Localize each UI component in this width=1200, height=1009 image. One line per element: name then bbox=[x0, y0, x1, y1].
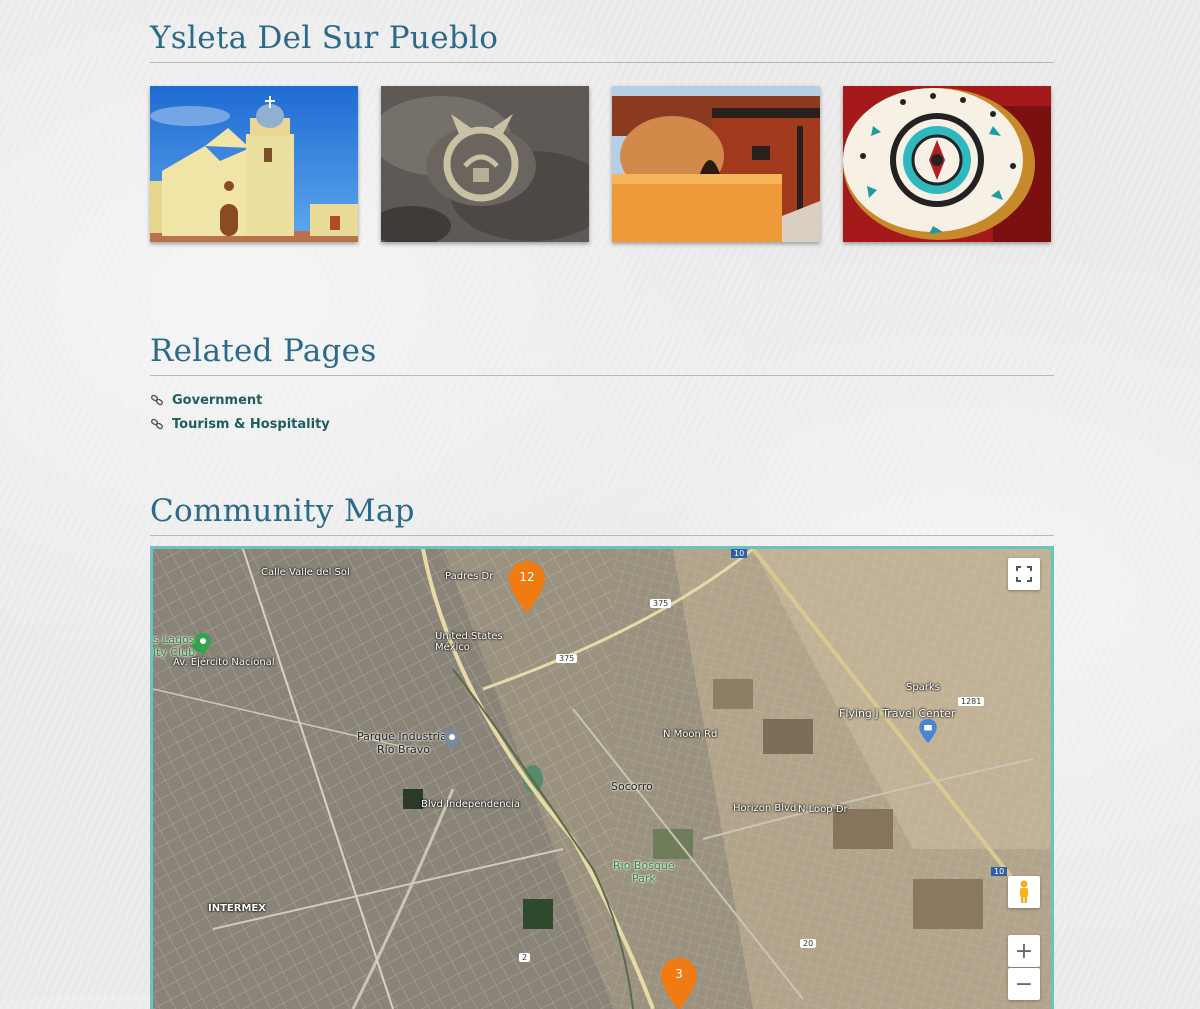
gallery-photo-adobe-oven[interactable] bbox=[612, 86, 820, 242]
related-item: Tourism & Hospitality bbox=[150, 412, 1054, 436]
map-title: Community Map bbox=[150, 493, 1054, 536]
plus-icon: + bbox=[1014, 938, 1034, 964]
cluster-count: 3 bbox=[675, 967, 683, 981]
related-section: Related Pages Government Tourism & Hospi… bbox=[150, 333, 1054, 436]
cluster-marker-3[interactable]: 3 bbox=[661, 958, 697, 1009]
map-label-blvd-independencia: Blvd Independencia bbox=[421, 799, 520, 810]
golf-marker-icon[interactable] bbox=[195, 633, 211, 660]
zoom-out-button[interactable]: − bbox=[1008, 968, 1040, 1000]
community-section: Ysleta Del Sur Pueblo bbox=[150, 20, 1054, 242]
zoom-in-button[interactable]: + bbox=[1008, 935, 1040, 967]
gallery-photo-petroglyph[interactable] bbox=[381, 86, 589, 242]
gallery-photo-painted-drum[interactable] bbox=[843, 86, 1051, 242]
shield-1281: 1281 bbox=[958, 697, 985, 706]
cluster-marker-12[interactable]: 12 bbox=[509, 561, 545, 613]
shield-i10-top: 10 bbox=[731, 549, 748, 558]
street-view-button[interactable] bbox=[1008, 876, 1040, 908]
shield-20: 20 bbox=[800, 939, 817, 948]
map-label-calle-valle-del-sol: Calle Valle del Sol bbox=[261, 567, 350, 578]
shopping-marker-icon[interactable] bbox=[919, 719, 937, 748]
map-label-horizon-blvd: Horizon Blvd bbox=[733, 803, 797, 814]
satellite-imagery bbox=[153, 549, 1051, 1009]
shield-375-b: 375 bbox=[556, 654, 578, 663]
map-label-n-moon-rd: N Moon Rd bbox=[663, 729, 718, 740]
shield-2: 2 bbox=[519, 953, 531, 962]
related-list: Government Tourism & Hospitality bbox=[150, 388, 1054, 436]
related-item: Government bbox=[150, 388, 1054, 412]
community-map[interactable]: Calle Valle del Sol Padres Dr s Lagos it… bbox=[150, 546, 1054, 1009]
map-label-padres-dr: Padres Dr bbox=[445, 571, 494, 582]
map-label-parque-industrial: Parque Industrial Río Bravo bbox=[357, 730, 451, 756]
place-marker-icon[interactable] bbox=[444, 729, 460, 756]
map-label-n-loop-dr: N Loop Dr bbox=[798, 804, 848, 815]
map-label-border: United States México bbox=[435, 631, 503, 653]
map-label-lagos-club: s Lagos ity Club bbox=[153, 633, 196, 659]
shield-375-a: 375 bbox=[650, 599, 672, 608]
related-link-government[interactable]: Government bbox=[172, 393, 262, 408]
link-icon bbox=[150, 393, 164, 407]
map-label-intermex: INTERMEX bbox=[208, 903, 266, 914]
fullscreen-icon bbox=[1016, 566, 1032, 582]
fullscreen-button[interactable] bbox=[1008, 558, 1040, 590]
cluster-count: 12 bbox=[519, 570, 535, 584]
map-section: Community Map Calle Valle del Sol Padres… bbox=[150, 493, 1054, 1009]
map-label-sparks: Sparks bbox=[906, 682, 940, 693]
minus-icon: − bbox=[1014, 971, 1034, 997]
map-label-rio-bosque-park: Rio Bosque Park bbox=[613, 859, 675, 885]
link-icon bbox=[150, 417, 164, 431]
map-label-av-ejercito: Av. Ejército Nacional bbox=[173, 657, 275, 668]
gallery-photo-church[interactable] bbox=[150, 86, 358, 242]
shield-i10-right: 10 bbox=[991, 867, 1008, 876]
photo-gallery bbox=[150, 86, 1054, 242]
related-title: Related Pages bbox=[150, 333, 1054, 376]
map-label-flying-j: Flying J Travel Center bbox=[839, 707, 956, 720]
related-link-tourism[interactable]: Tourism & Hospitality bbox=[172, 417, 330, 432]
pegman-icon bbox=[1020, 880, 1028, 903]
community-title: Ysleta Del Sur Pueblo bbox=[150, 20, 1054, 63]
map-label-socorro: Socorro bbox=[611, 780, 653, 793]
